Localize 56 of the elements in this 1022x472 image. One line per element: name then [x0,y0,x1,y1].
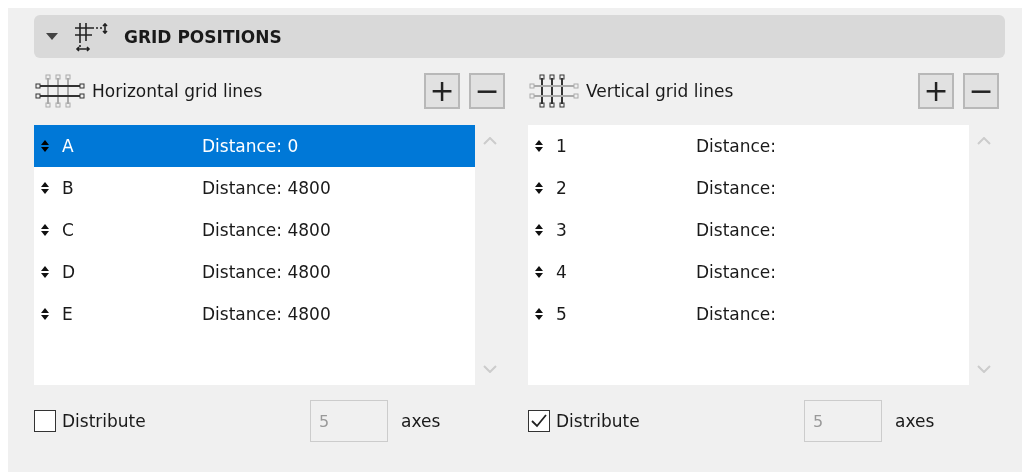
reorder-handle-icon[interactable] [534,139,544,153]
remove-button[interactable]: − [963,73,999,109]
axes-label: axes [401,411,441,431]
add-button[interactable]: + [424,73,460,109]
vertical-grid-icon [528,74,580,108]
grid-line-distance: Distance: [696,136,777,156]
grid-line-row[interactable]: C Distance: 4800 [34,209,475,251]
distribute-label: Distribute [556,411,641,431]
grid-line-name: 4 [556,262,568,282]
grid-line-distance: Distance: [696,220,777,240]
section-header[interactable]: GRID POSITIONS [34,15,1005,58]
remove-button[interactable]: − [469,73,505,109]
reorder-handle-icon[interactable] [40,223,50,237]
grid-line-row[interactable]: 4 Distance: [528,251,969,293]
grid-line-distance: Distance: 4800 [202,178,331,198]
reorder-handle-icon[interactable] [534,223,544,237]
grid-line-row[interactable]: E Distance: 4800 [34,293,475,335]
distribute-label: Distribute [62,411,147,431]
grid-line-row[interactable]: B Distance: 4800 [34,167,475,209]
grid-line-distance: Distance: 4800 [202,262,331,282]
grid-line-name: 5 [556,304,568,324]
grid-line-name: 3 [556,220,568,240]
grid-line-row[interactable]: 1 Distance: [528,125,969,167]
grid-line-name: A [62,136,75,156]
add-button[interactable]: + [918,73,954,109]
reorder-handle-icon[interactable] [40,139,50,153]
horizontal-grid-icon [34,74,86,108]
reorder-handle-icon[interactable] [534,181,544,195]
section-title: GRID POSITIONS [124,26,282,47]
grid-line-name: D [62,262,77,282]
grid-line-name: C [62,220,75,240]
grid-line-distance: Distance: 0 [202,136,299,156]
grid-line-row[interactable]: A Distance: 0 [34,125,475,167]
grid-line-row[interactable]: 5 Distance: [528,293,969,335]
reorder-handle-icon[interactable] [534,265,544,279]
grid-line-name: 1 [556,136,568,156]
grid-line-name: B [62,178,75,198]
grid-line-distance: Distance: [696,178,777,198]
grid-line-distance: Distance: [696,262,777,282]
grid-line-name: E [62,304,74,324]
grid-line-row[interactable]: D Distance: 4800 [34,251,475,293]
axes-label: axes [895,411,935,431]
reorder-handle-icon[interactable] [40,265,50,279]
grid-dimension-icon [72,20,110,53]
grid-line-distance: Distance: 4800 [202,304,331,324]
reorder-handle-icon[interactable] [534,307,544,321]
reorder-handle-icon[interactable] [40,307,50,321]
grid-line-distance: Distance: 4800 [202,220,331,240]
grid-line-name: 2 [556,178,568,198]
grid-line-row[interactable]: 3 Distance: [528,209,969,251]
grid-line-distance: Distance: [696,304,777,324]
panel-title: Vertical grid lines [586,81,735,101]
reorder-handle-icon[interactable] [40,181,50,195]
panel-title: Horizontal grid lines [92,81,264,101]
collapse-caret-icon[interactable] [46,32,58,41]
grid-line-row[interactable]: 2 Distance: [528,167,969,209]
